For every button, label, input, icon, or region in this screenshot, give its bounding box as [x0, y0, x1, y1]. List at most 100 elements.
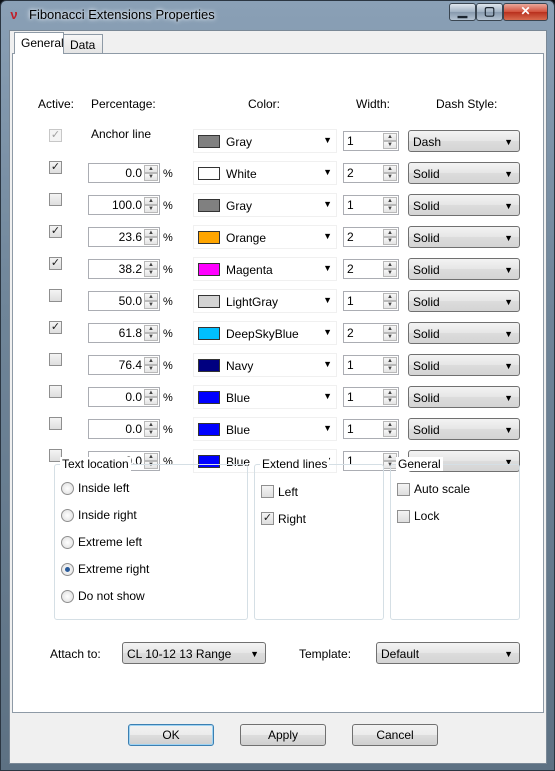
close-button[interactable]: ✕ [503, 3, 548, 21]
spin-up-icon[interactable]: ▲ [383, 261, 397, 269]
percentage-stepper[interactable]: 0.0 ▲ ▼ [88, 387, 160, 407]
text-location-radio[interactable] [61, 509, 74, 522]
width-stepper[interactable]: 2 ▲ ▼ [343, 259, 399, 279]
percentage-stepper[interactable]: 61.8 ▲ ▼ [88, 323, 160, 343]
percentage-stepper[interactable]: 50.0 ▲ ▼ [88, 291, 160, 311]
spin-up-icon[interactable]: ▲ [144, 325, 158, 333]
percentage-stepper[interactable]: 76.4 ▲ ▼ [88, 355, 160, 375]
dash-style-dropdown[interactable]: Solid ▼ [408, 290, 520, 312]
width-stepper[interactable]: 1 ▲ ▼ [343, 131, 399, 151]
dash-style-dropdown[interactable]: Solid ▼ [408, 194, 520, 216]
width-stepper[interactable]: 2 ▲ ▼ [343, 227, 399, 247]
dash-style-dropdown[interactable]: Solid ▼ [408, 354, 520, 376]
attach-to-dropdown[interactable]: CL 10-12 13 Range ▼ [122, 642, 266, 664]
spin-up-icon[interactable]: ▲ [144, 453, 158, 461]
level-active-checkbox[interactable] [49, 417, 62, 430]
level-active-checkbox[interactable] [49, 193, 62, 206]
spin-down-icon[interactable]: ▼ [383, 141, 397, 149]
spin-down-icon[interactable]: ▼ [144, 237, 158, 245]
color-dropdown[interactable]: Blue ▼ [193, 417, 337, 441]
color-dropdown[interactable]: Magenta ▼ [193, 257, 337, 281]
level-active-checkbox[interactable] [49, 385, 62, 398]
spin-down-icon[interactable]: ▼ [383, 301, 397, 309]
level-active-checkbox[interactable] [49, 289, 62, 302]
title-bar[interactable]: ν Fibonacci Extensions Properties ▁ ▢ ✕ [1, 1, 554, 29]
spin-down-icon[interactable]: ▼ [144, 429, 158, 437]
spin-up-icon[interactable]: ▲ [383, 293, 397, 301]
spin-down-icon[interactable]: ▼ [383, 365, 397, 373]
spin-up-icon[interactable]: ▲ [144, 293, 158, 301]
width-stepper[interactable]: 1 ▲ ▼ [343, 419, 399, 439]
width-stepper[interactable]: 2 ▲ ▼ [343, 163, 399, 183]
width-stepper[interactable]: 1 ▲ ▼ [343, 355, 399, 375]
dash-style-dropdown[interactable]: Solid ▼ [408, 162, 520, 184]
spin-up-icon[interactable]: ▲ [383, 389, 397, 397]
percentage-stepper[interactable]: 100.0 ▲ ▼ [88, 195, 160, 215]
width-stepper[interactable]: 1 ▲ ▼ [343, 195, 399, 215]
level-active-checkbox[interactable]: ✓ [49, 257, 62, 270]
color-dropdown[interactable]: Orange ▼ [193, 225, 337, 249]
percentage-stepper[interactable]: 23.6 ▲ ▼ [88, 227, 160, 247]
spin-up-icon[interactable]: ▲ [144, 197, 158, 205]
cancel-button[interactable]: Cancel [352, 724, 438, 746]
tab-data[interactable]: Data [63, 34, 103, 54]
dash-style-dropdown[interactable]: Solid ▼ [408, 418, 520, 440]
spin-up-icon[interactable]: ▲ [144, 421, 158, 429]
spin-up-icon[interactable]: ▲ [383, 453, 397, 461]
width-stepper[interactable]: 2 ▲ ▼ [343, 323, 399, 343]
text-location-radio[interactable] [61, 590, 74, 603]
text-location-radio[interactable] [61, 482, 74, 495]
spin-down-icon[interactable]: ▼ [383, 237, 397, 245]
level-active-checkbox[interactable]: ✓ [49, 225, 62, 238]
dash-style-dropdown[interactable]: Solid ▼ [408, 322, 520, 344]
percentage-stepper[interactable]: 38.2 ▲ ▼ [88, 259, 160, 279]
spin-up-icon[interactable]: ▲ [144, 389, 158, 397]
color-dropdown[interactable]: Gray ▼ [193, 193, 337, 217]
spin-down-icon[interactable]: ▼ [144, 365, 158, 373]
dash-style-dropdown[interactable]: Solid ▼ [408, 226, 520, 248]
spin-up-icon[interactable]: ▲ [383, 133, 397, 141]
extend-left-checkbox[interactable] [261, 485, 274, 498]
color-dropdown[interactable]: DeepSkyBlue ▼ [193, 321, 337, 345]
spin-down-icon[interactable]: ▼ [383, 429, 397, 437]
extend-right-checkbox[interactable]: ✓ [261, 512, 274, 525]
template-dropdown[interactable]: Default ▼ [376, 642, 520, 664]
tab-general[interactable]: General [14, 32, 64, 54]
dash-style-dropdown[interactable]: Solid ▼ [408, 258, 520, 280]
spin-up-icon[interactable]: ▲ [144, 165, 158, 173]
spin-up-icon[interactable]: ▲ [144, 261, 158, 269]
percentage-stepper[interactable]: 0.0 ▲ ▼ [88, 163, 160, 183]
spin-up-icon[interactable]: ▲ [144, 357, 158, 365]
apply-button[interactable]: Apply [240, 724, 326, 746]
spin-up-icon[interactable]: ▲ [383, 421, 397, 429]
percentage-stepper[interactable]: 0.0 ▲ ▼ [88, 419, 160, 439]
lock-checkbox[interactable] [397, 510, 410, 523]
dash-style-dropdown[interactable]: Solid ▼ [408, 386, 520, 408]
spin-up-icon[interactable]: ▲ [383, 229, 397, 237]
level-active-checkbox[interactable]: ✓ [49, 321, 62, 334]
minimize-button[interactable]: ▁ [449, 3, 476, 21]
spin-down-icon[interactable]: ▼ [144, 205, 158, 213]
spin-down-icon[interactable]: ▼ [144, 269, 158, 277]
spin-up-icon[interactable]: ▲ [383, 165, 397, 173]
ok-button[interactable]: OK [128, 724, 214, 746]
spin-down-icon[interactable]: ▼ [383, 269, 397, 277]
spin-down-icon[interactable]: ▼ [383, 333, 397, 341]
color-dropdown[interactable]: Gray ▼ [193, 129, 337, 153]
spin-down-icon[interactable]: ▼ [144, 397, 158, 405]
level-active-checkbox[interactable] [49, 353, 62, 366]
color-dropdown[interactable]: Navy ▼ [193, 353, 337, 377]
spin-up-icon[interactable]: ▲ [383, 325, 397, 333]
text-location-radio[interactable] [61, 536, 74, 549]
color-dropdown[interactable]: Blue ▼ [193, 385, 337, 409]
width-stepper[interactable]: 1 ▲ ▼ [343, 387, 399, 407]
dash-style-dropdown[interactable]: Dash ▼ [408, 130, 520, 152]
spin-down-icon[interactable]: ▼ [383, 173, 397, 181]
maximize-button[interactable]: ▢ [476, 3, 503, 21]
width-stepper[interactable]: 1 ▲ ▼ [343, 291, 399, 311]
spin-up-icon[interactable]: ▲ [383, 357, 397, 365]
level-active-checkbox[interactable]: ✓ [49, 161, 62, 174]
color-dropdown[interactable]: LightGray ▼ [193, 289, 337, 313]
spin-down-icon[interactable]: ▼ [144, 173, 158, 181]
auto-scale-checkbox[interactable] [397, 483, 410, 496]
